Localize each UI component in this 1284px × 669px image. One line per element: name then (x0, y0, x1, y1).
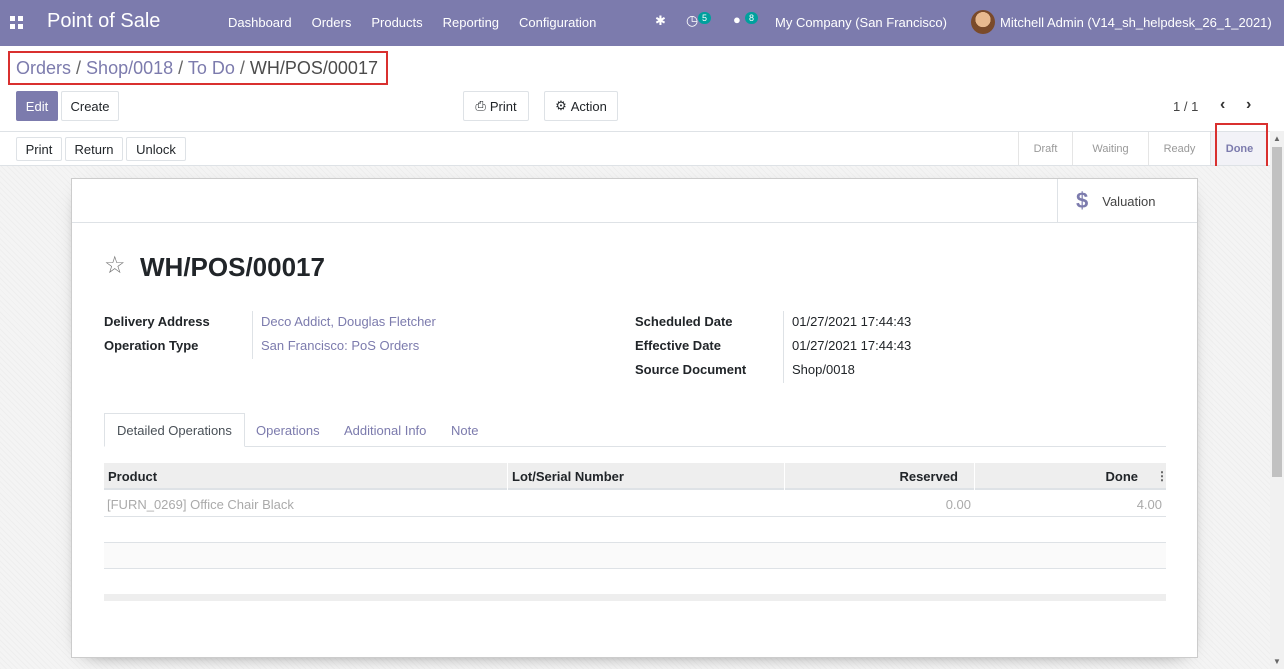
return-button[interactable]: Return (65, 137, 123, 161)
action-dropdown-button[interactable]: ⚙ Action (544, 91, 618, 121)
user-avatar[interactable] (971, 10, 995, 34)
effective-date-label: Effective Date (635, 338, 721, 353)
source-document-value: Shop/0018 (792, 362, 855, 377)
top-navbar: Point of Sale Dashboard Orders Products … (0, 0, 1284, 46)
record-title: WH/POS/00017 (140, 252, 325, 282)
column-divider (507, 463, 508, 490)
row-product: [FURN_0269] Office Chair Black (107, 497, 294, 512)
field-divider (252, 311, 253, 359)
column-product[interactable]: Product (108, 463, 157, 490)
tab-operations[interactable]: Operations (256, 413, 320, 447)
status-bar: Print Return Unlock Draft Waiting Ready … (0, 131, 1270, 166)
unlock-button[interactable]: Unlock (126, 137, 186, 161)
table-row[interactable]: [FURN_0269] Office Chair Black 0.00 4.00 (104, 490, 1166, 517)
table-footer (104, 594, 1166, 601)
row-done: 4.00 (1136, 497, 1162, 512)
apps-grid-icon[interactable] (10, 16, 23, 29)
messages-icon[interactable]: ● (733, 12, 741, 27)
column-done[interactable]: Done (979, 463, 1139, 490)
scheduled-date-label: Scheduled Date (635, 314, 733, 329)
company-switcher[interactable]: My Company (San Francisco) (775, 15, 947, 30)
stage-ready: Ready (1148, 132, 1210, 165)
menu-products[interactable]: Products (371, 15, 422, 30)
smart-button-box: $ Valuation (72, 179, 1197, 223)
scrollbar-thumb[interactable] (1272, 147, 1282, 477)
user-menu[interactable]: Mitchell Admin (V14_sh_helpdesk_26_1_202… (1000, 15, 1272, 30)
operation-type-value[interactable]: San Francisco: PoS Orders (261, 338, 419, 353)
column-reserved[interactable]: Reserved (789, 463, 958, 490)
main-menu: Dashboard Orders Products Reporting Conf… (228, 15, 596, 30)
notebook-tabs: Detailed Operations Operations Additiona… (104, 413, 1166, 447)
scroll-down-icon[interactable]: ▼ (1273, 657, 1281, 666)
menu-dashboard[interactable]: Dashboard (228, 15, 292, 30)
effective-date-value: 01/27/2021 17:44:43 (792, 338, 912, 353)
action-dropdown-label: Action (570, 98, 607, 114)
pager-value[interactable]: 1 / 1 (1173, 99, 1198, 114)
stage-waiting: Waiting (1072, 132, 1148, 165)
tab-detailed-operations[interactable]: Detailed Operations (104, 413, 245, 447)
valuation-button[interactable]: $ Valuation (1057, 179, 1197, 223)
menu-reporting[interactable]: Reporting (443, 15, 499, 30)
delivery-address-label: Delivery Address (104, 314, 210, 329)
optional-columns-icon[interactable]: ⋮ (1156, 470, 1168, 482)
scroll-up-icon[interactable]: ▲ (1273, 134, 1281, 143)
gear-icon: ⚙ (555, 98, 567, 113)
source-document-label: Source Document (635, 362, 747, 377)
table-empty-row (104, 543, 1166, 569)
highlight-box-breadcrumb (8, 51, 388, 85)
menu-orders[interactable]: Orders (312, 15, 352, 30)
table-header: Product Lot/Serial Number Reserved Done (104, 463, 1166, 490)
print-dropdown-button[interactable]: ⎙ Print (463, 91, 529, 121)
print-dropdown-label: Print (489, 98, 517, 114)
chevron-right-icon[interactable]: › (1246, 96, 1251, 114)
form-sheet: $ Valuation ☆ WH/POS/00017 Delivery Addr… (71, 178, 1198, 658)
bug-icon[interactable]: ✱ (655, 13, 666, 29)
table-empty-row (104, 517, 1166, 543)
app-brand[interactable]: Point of Sale (47, 10, 160, 33)
row-reserved: 0.00 (945, 497, 971, 512)
table-empty-row (104, 569, 1166, 595)
scheduled-date-value: 01/27/2021 17:44:43 (792, 314, 912, 329)
chevron-left-icon[interactable]: ‹ (1220, 96, 1225, 114)
print-button[interactable]: Print (16, 137, 62, 161)
activity-count-badge: 5 (698, 12, 712, 24)
column-divider (784, 463, 785, 490)
column-divider (974, 463, 975, 490)
tab-additional-info[interactable]: Additional Info (344, 413, 426, 447)
dollar-icon: $ (1076, 188, 1089, 213)
column-lot-serial[interactable]: Lot/Serial Number (512, 463, 624, 490)
star-icon[interactable]: ☆ (104, 251, 126, 280)
operation-type-label: Operation Type (104, 338, 199, 353)
create-button[interactable]: Create (61, 91, 119, 121)
tab-note[interactable]: Note (451, 413, 478, 447)
activity-clock-icon[interactable]: ◷ (686, 12, 698, 29)
edit-button[interactable]: Edit (16, 91, 58, 121)
field-divider (783, 311, 784, 383)
menu-configuration[interactable]: Configuration (519, 15, 596, 30)
printer-icon: ⎙ (475, 98, 486, 113)
valuation-label: Valuation (1102, 193, 1156, 209)
stage-draft: Draft (1018, 132, 1072, 165)
delivery-address-value[interactable]: Deco Addict, Douglas Fletcher (261, 314, 436, 329)
message-count-badge: 8 (745, 12, 759, 24)
